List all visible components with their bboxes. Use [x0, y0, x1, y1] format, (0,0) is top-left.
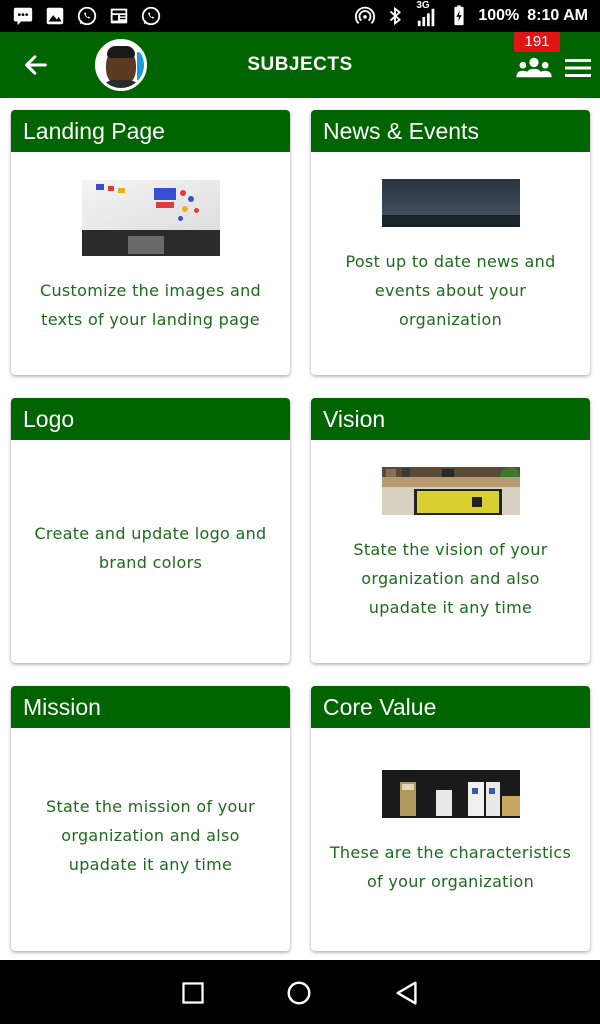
core-value-image — [381, 769, 520, 818]
card-news-events[interactable]: News & Events Post up to date news and e… — [311, 110, 590, 375]
battery-level: 100% — [478, 7, 520, 24]
card-logo[interactable]: Logo Create and update logo and brand co… — [11, 398, 290, 663]
square-icon — [182, 982, 204, 1004]
app-bar: SUBJECTS 191 — [0, 32, 600, 98]
hamburger-menu-icon — [565, 59, 591, 77]
status-bar: 3G 100% 8:10 AM — [0, 0, 600, 32]
card-vision[interactable]: Vision State the vision of your organiza… — [311, 398, 590, 663]
avatar[interactable] — [95, 39, 147, 91]
system-nav-bar — [0, 960, 600, 1024]
home-button[interactable] — [284, 978, 314, 1008]
back-nav-button[interactable] — [392, 978, 422, 1008]
card-mission[interactable]: Mission State the mission of your organi… — [11, 686, 290, 951]
circle-icon — [287, 981, 311, 1005]
back-button[interactable] — [18, 49, 54, 81]
clock: 8:10 AM — [527, 7, 588, 24]
vision-image — [381, 467, 520, 515]
system-status: 3G 100% 8:10 AM — [354, 0, 588, 28]
card-title: Logo — [11, 398, 290, 440]
landing-page-image — [81, 179, 220, 256]
avatar-ring — [137, 52, 144, 80]
card-title: Mission — [11, 686, 290, 728]
whatsapp-icon — [76, 5, 98, 27]
card-description: State the vision of your organization an… — [353, 540, 548, 617]
recents-button[interactable] — [178, 978, 208, 1008]
image-icon — [44, 5, 66, 27]
card-description: These are the characteristics of your or… — [329, 842, 572, 891]
group-icon — [516, 57, 552, 78]
message-icon — [12, 5, 34, 27]
card-title: Vision — [311, 398, 590, 440]
notification-icons — [12, 5, 162, 27]
notification-badge: 191 — [514, 32, 560, 52]
news-icon — [108, 5, 130, 27]
whatsapp-icon — [140, 5, 162, 27]
triangle-back-icon — [396, 981, 417, 1005]
card-title: News & Events — [311, 110, 590, 152]
card-description: Post up to date news and events about yo… — [345, 252, 556, 329]
users-button[interactable] — [514, 54, 554, 82]
card-description: Create and update logo and brand colors — [34, 523, 267, 572]
hotspot-icon — [354, 5, 376, 27]
menu-button[interactable] — [562, 54, 594, 82]
card-description: Customize the images and texts of your l… — [40, 280, 261, 329]
avatar-hair — [107, 46, 135, 58]
avatar-shirt — [100, 80, 142, 88]
arrow-left-icon — [25, 55, 47, 75]
news-events-image — [381, 179, 520, 227]
signal-icon: 3G — [414, 0, 440, 28]
bluetooth-icon — [384, 5, 406, 27]
page-title: SUBJECTS — [247, 54, 353, 75]
card-core-value[interactable]: Core Value These are the characteristics… — [311, 686, 590, 951]
card-title: Core Value — [311, 686, 590, 728]
card-landing-page[interactable]: Landing Page Customize the images and te… — [11, 110, 290, 375]
card-description: State the mission of your organization a… — [46, 797, 255, 874]
battery-icon — [448, 5, 470, 27]
subjects-grid: Landing Page Customize the images and te… — [0, 98, 600, 960]
card-title: Landing Page — [11, 110, 290, 152]
